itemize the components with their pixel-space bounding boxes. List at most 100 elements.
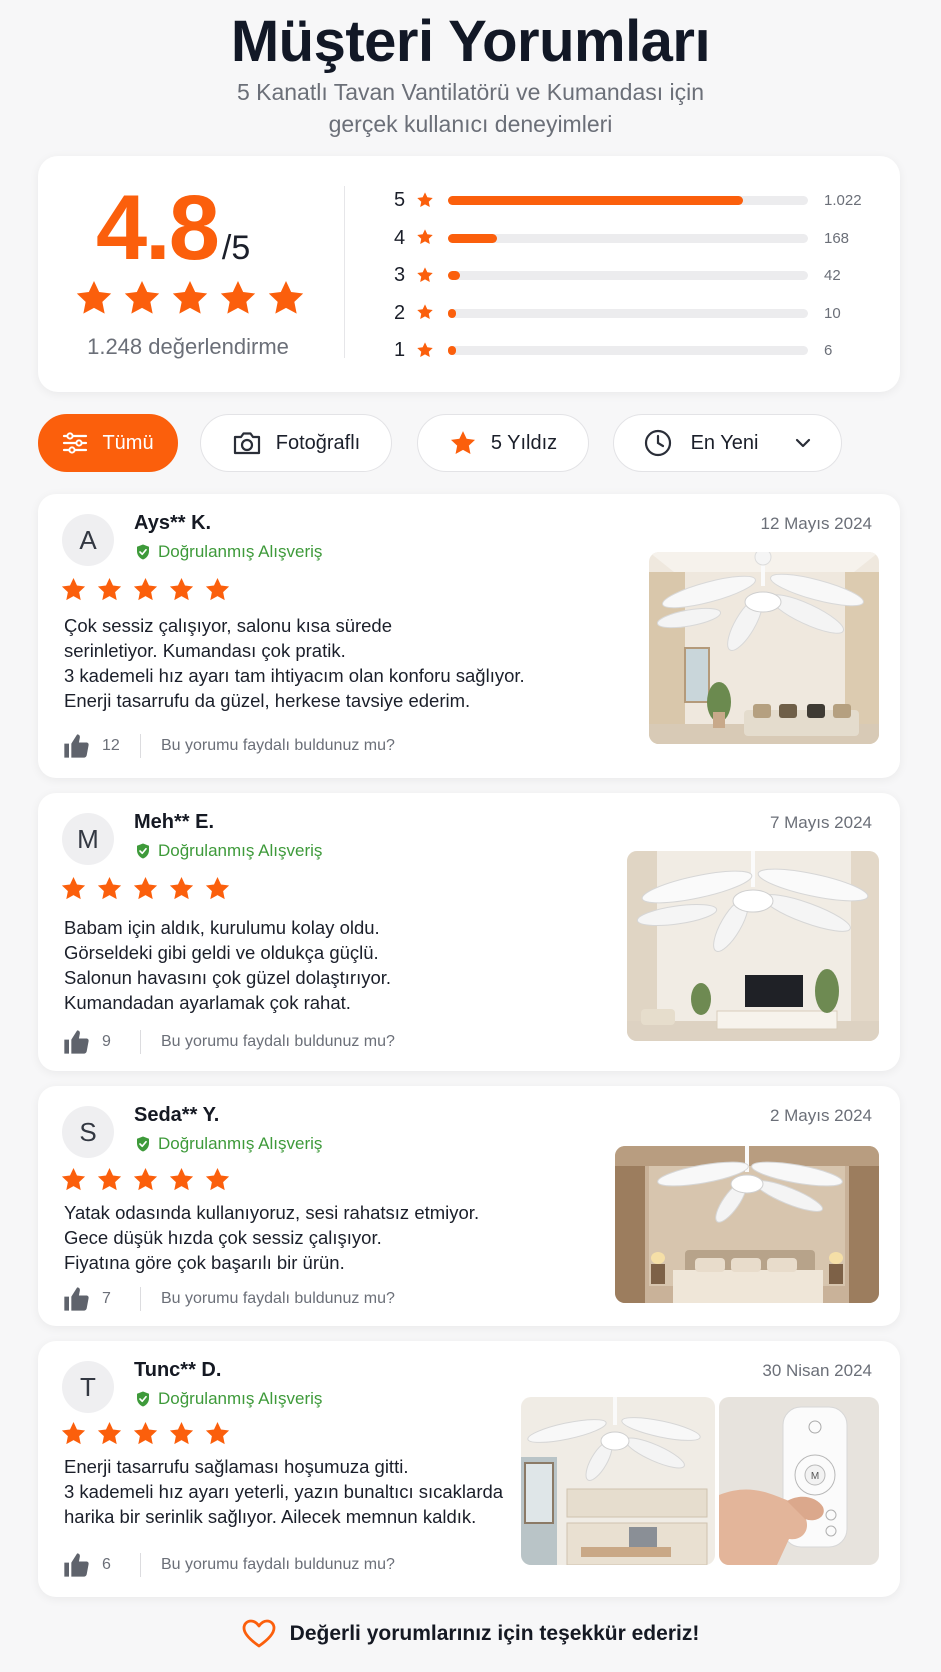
helpful-count: 12	[102, 737, 120, 754]
helpful-question[interactable]: Bu yorumu faydalı buldunuz mu?	[161, 1556, 395, 1574]
star-icon	[96, 875, 123, 902]
review-card: S Seda** Y. Doğrulanmış Alışveriş 2 Mayı…	[38, 1086, 900, 1326]
distribution-bar-fill	[448, 233, 497, 243]
average-rating-value: 4.8	[96, 177, 220, 279]
star-icon	[96, 576, 123, 603]
review-photo[interactable]	[627, 851, 879, 1041]
filter-list-icon	[63, 432, 88, 454]
filter-five-star-button[interactable]: 5 Yıldız	[417, 414, 589, 472]
remote-control-photo: M	[719, 1397, 879, 1565]
star-icon	[449, 429, 477, 457]
verified-shield-icon	[134, 842, 152, 860]
review-stars	[60, 1420, 231, 1447]
review-text-line: Enerji tasarrufu da güzel, herkese tavsi…	[64, 690, 471, 711]
distribution-bar-fill	[448, 308, 456, 318]
star-icon	[60, 1420, 87, 1447]
avatar: A	[62, 514, 114, 566]
rating-count: 1.248 değerlendirme	[87, 334, 289, 359]
remote-center-label: M	[811, 1471, 819, 1482]
avatar: M	[62, 813, 114, 865]
verified-badge: Doğrulanmış Alışveriş	[134, 542, 322, 562]
divider	[344, 186, 345, 358]
verified-label: Doğrulanmış Alışveriş	[158, 542, 323, 561]
star-icon	[218, 278, 258, 323]
subtitle-line-2: gerçek kullanıcı deneyimleri	[328, 111, 613, 137]
star-icon	[204, 875, 231, 902]
review-date: 2 Mayıs 2024	[769, 1106, 872, 1125]
star-icon	[410, 300, 434, 326]
review-photo[interactable]	[521, 1397, 715, 1565]
star-icon	[168, 1166, 195, 1193]
thumbs-up-icon[interactable]	[62, 1551, 90, 1579]
sort-label: En Yeni	[690, 431, 759, 454]
filter-all-label: Tümü	[102, 431, 154, 454]
reviewer-name: Ays** K.	[134, 512, 212, 534]
helpful-question[interactable]: Bu yorumu faydalı buldunuz mu?	[161, 737, 395, 755]
heart-icon	[242, 1619, 276, 1648]
review-text: Enerji tasarrufu sağlaması hoşumuza gitt…	[64, 1454, 503, 1529]
helpful-count: 9	[102, 1033, 111, 1050]
distribution-bar-fill	[448, 346, 456, 356]
review-text-line: Görseldeki gibi geldi ve oldukça güçlü.	[64, 942, 379, 963]
star-icon	[132, 875, 159, 902]
review-photo[interactable]	[649, 552, 879, 744]
distribution-row[interactable]: 4 168	[394, 220, 864, 258]
review-date: 30 Nisan 2024	[762, 1361, 872, 1380]
thumbs-up-icon[interactable]	[62, 1028, 90, 1056]
distribution-bar	[448, 196, 808, 206]
review-text-line: 3 kademeli hız ayarı yeterli, yazın buna…	[64, 1481, 504, 1502]
distribution-count: 168	[824, 229, 850, 247]
review-date: 7 Mayıs 2024	[769, 813, 872, 832]
helpful-question[interactable]: Bu yorumu faydalı buldunuz mu?	[161, 1033, 395, 1051]
distribution-row[interactable]: 1 6	[394, 332, 864, 370]
review-text-line: Kumandadan ayarlamak çok rahat.	[64, 992, 351, 1013]
review-text-line: Babam için aldık, kurulumu kolay oldu.	[64, 917, 380, 938]
star-icon	[410, 338, 434, 364]
review-text-line: Yatak odasında kullanıyoruz, sesi rahats…	[64, 1202, 480, 1223]
camera-icon	[233, 432, 260, 455]
kitchen-fan-photo	[521, 1397, 715, 1565]
verified-shield-icon	[134, 1135, 152, 1153]
distribution-level: 3	[394, 264, 406, 287]
distribution-row[interactable]: 3 42	[394, 257, 864, 295]
star-icon	[204, 1420, 231, 1447]
star-icon	[204, 576, 231, 603]
review-text-line: 3 kademeli hız ayarı tam ihtiyacım olan …	[64, 665, 525, 686]
review-card: M Meh** E. Doğrulanmış Alışveriş 7 Mayıs…	[38, 793, 900, 1071]
thumbs-up-icon[interactable]	[62, 732, 90, 760]
distribution-count: 1.022	[824, 192, 862, 210]
review-text-line: Gece düşük hızda çok sessiz çalışıyor.	[64, 1227, 382, 1248]
helpful-row: 12 Bu yorumu faydalı buldunuz mu?	[62, 732, 395, 760]
distribution-level: 4	[394, 226, 406, 249]
review-photo[interactable]: M	[719, 1397, 879, 1565]
review-text-line: Fiyatına göre çok başarılı bir ürün.	[64, 1252, 345, 1273]
review-photo[interactable]	[615, 1146, 879, 1303]
distribution-level: 1	[394, 339, 406, 362]
review-text: Babam için aldık, kurulumu kolay oldu. G…	[64, 915, 391, 1015]
filter-all-button[interactable]: Tümü	[38, 414, 178, 472]
distribution-count: 42	[824, 267, 841, 285]
verified-label: Doğrulanmış Alışveriş	[158, 841, 323, 860]
star-icon	[410, 225, 434, 251]
star-icon	[60, 875, 87, 902]
filter-bar: Tümü Fotoğraflı 5 Yıldız En Yeni	[38, 414, 900, 472]
divider	[140, 1030, 141, 1054]
helpful-question[interactable]: Bu yorumu faydalı buldunuz mu?	[161, 1290, 395, 1308]
helpful-row: 9 Bu yorumu faydalı buldunuz mu?	[62, 1028, 395, 1056]
review-text-line: serinletiyor. Kumandası çok pratik.	[64, 640, 346, 661]
sort-dropdown[interactable]: En Yeni	[613, 414, 842, 472]
filter-photos-button[interactable]: Fotoğraflı	[200, 414, 392, 472]
filter-photos-label: Fotoğraflı	[275, 431, 361, 454]
review-text: Çok sessiz çalışıyor, salonu kısa sürede…	[64, 613, 525, 713]
thumbs-up-icon[interactable]	[62, 1285, 90, 1313]
helpful-row: 7 Bu yorumu faydalı buldunuz mu?	[62, 1285, 395, 1313]
distribution-row[interactable]: 5 1.022	[394, 182, 864, 220]
review-stars	[60, 1166, 231, 1193]
verified-shield-icon	[134, 1390, 152, 1408]
star-icon	[170, 278, 210, 323]
distribution-count: 10	[824, 304, 841, 322]
verified-label: Doğrulanmış Alışveriş	[158, 1134, 323, 1153]
review-text-line: Enerji tasarrufu sağlaması hoşumuza gitt…	[64, 1456, 409, 1477]
star-icon	[60, 1166, 87, 1193]
distribution-row[interactable]: 2 10	[394, 295, 864, 333]
